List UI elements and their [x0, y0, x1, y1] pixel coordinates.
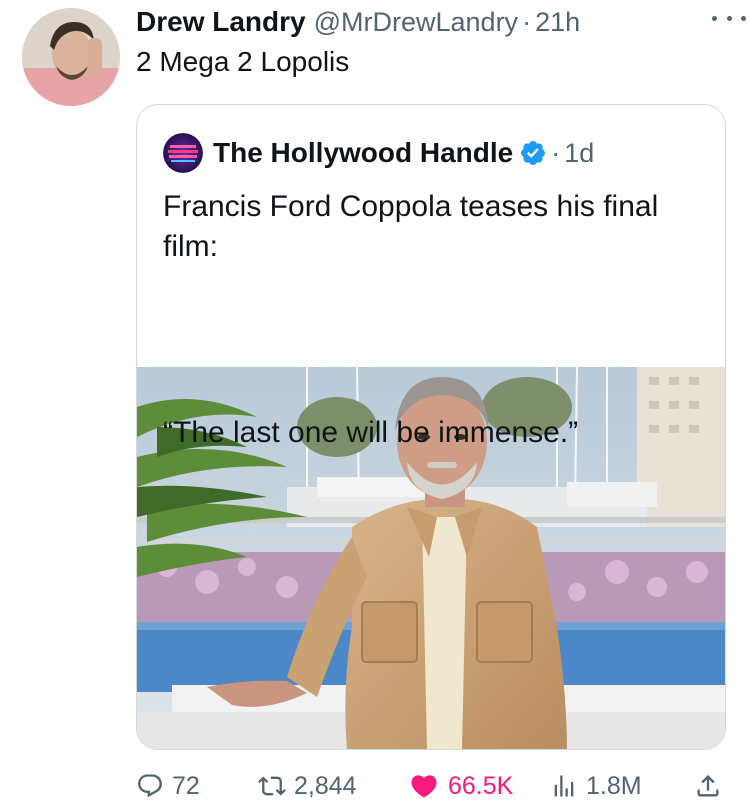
repost-button[interactable]: 2,844	[258, 766, 357, 806]
author-handle[interactable]: @MrDrewLandry	[314, 7, 518, 38]
tweet-action-bar: 72 2,844 66.5K 1.8M	[136, 766, 726, 806]
verified-badge-icon	[521, 141, 546, 165]
reply-button[interactable]: 72	[136, 766, 200, 806]
like-button[interactable]: 66.5K	[408, 766, 513, 806]
reply-icon	[138, 774, 162, 798]
quoted-author-name[interactable]: The Hollywood Handle	[213, 137, 513, 169]
quoted-author-avatar[interactable]	[163, 133, 203, 173]
author-name[interactable]: Drew Landry	[136, 6, 306, 38]
quoted-text: Francis Ford Coppola teases his final fi…	[163, 190, 659, 263]
repost-count: 2,844	[294, 771, 357, 800]
repost-icon	[258, 776, 286, 796]
views-button[interactable]: 1.8M	[550, 766, 642, 806]
tweet-time[interactable]: 21h	[535, 7, 580, 38]
share-icon	[697, 775, 719, 797]
heart-filled-icon	[411, 775, 437, 798]
quoted-quote-text: “The last one will be immense.”	[163, 416, 579, 449]
views-count: 1.8M	[586, 771, 642, 800]
quoted-header: The Hollywood Handle · 1d	[163, 133, 594, 173]
author-avatar[interactable]	[22, 8, 120, 106]
quoted-separator-dot: ·	[551, 137, 561, 168]
tweet-header: Drew Landry @MrDrewLandry · 21h	[136, 4, 730, 40]
separator-dot: ·	[522, 6, 532, 37]
reply-count: 72	[172, 771, 200, 800]
like-count: 66.5K	[448, 771, 514, 800]
views-chart-icon	[554, 775, 574, 797]
quoted-tweet-card[interactable]: The Hollywood Handle · 1d Francis Ford C…	[136, 104, 726, 750]
quoted-time[interactable]: 1d	[564, 138, 594, 169]
share-button[interactable]	[694, 766, 722, 806]
more-horizontal-icon[interactable]	[712, 10, 746, 26]
tweet-text: 2 Mega 2 Lopolis	[136, 46, 350, 77]
